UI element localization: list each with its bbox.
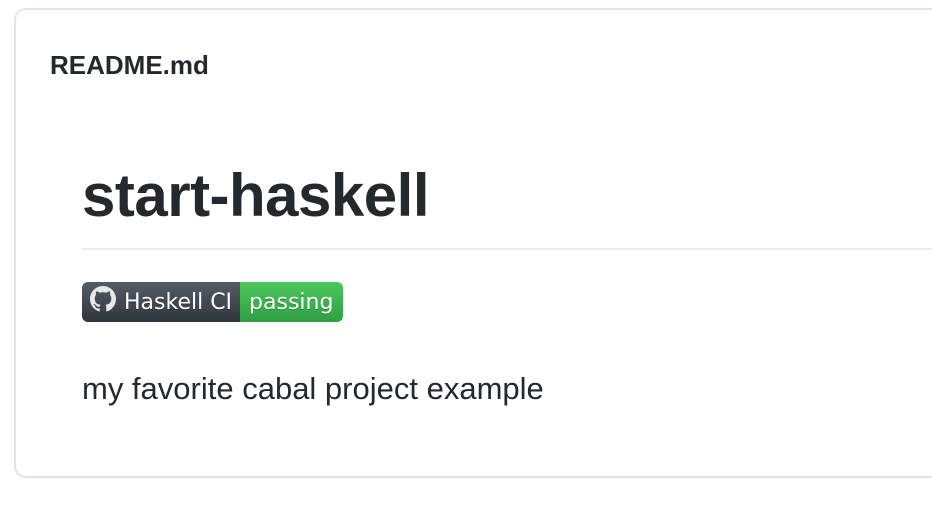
readme-body: start-haskell Haskell CI passing my favo… xyxy=(82,160,932,408)
readme-card: README.md start-haskell Haskell CI passi… xyxy=(14,8,932,478)
badge-status-segment: passing xyxy=(240,282,344,322)
badge-status: passing xyxy=(249,289,334,315)
repo-title: start-haskell xyxy=(82,162,430,229)
badge-label-segment: Haskell CI xyxy=(82,282,241,322)
readme-filename: README.md xyxy=(50,50,209,80)
title-divider xyxy=(82,248,932,250)
repo-description: my favorite cabal project example xyxy=(82,371,544,406)
badge-label: Haskell CI xyxy=(124,289,233,315)
ci-status-badge[interactable]: Haskell CI passing xyxy=(82,282,344,322)
github-icon xyxy=(90,286,124,318)
